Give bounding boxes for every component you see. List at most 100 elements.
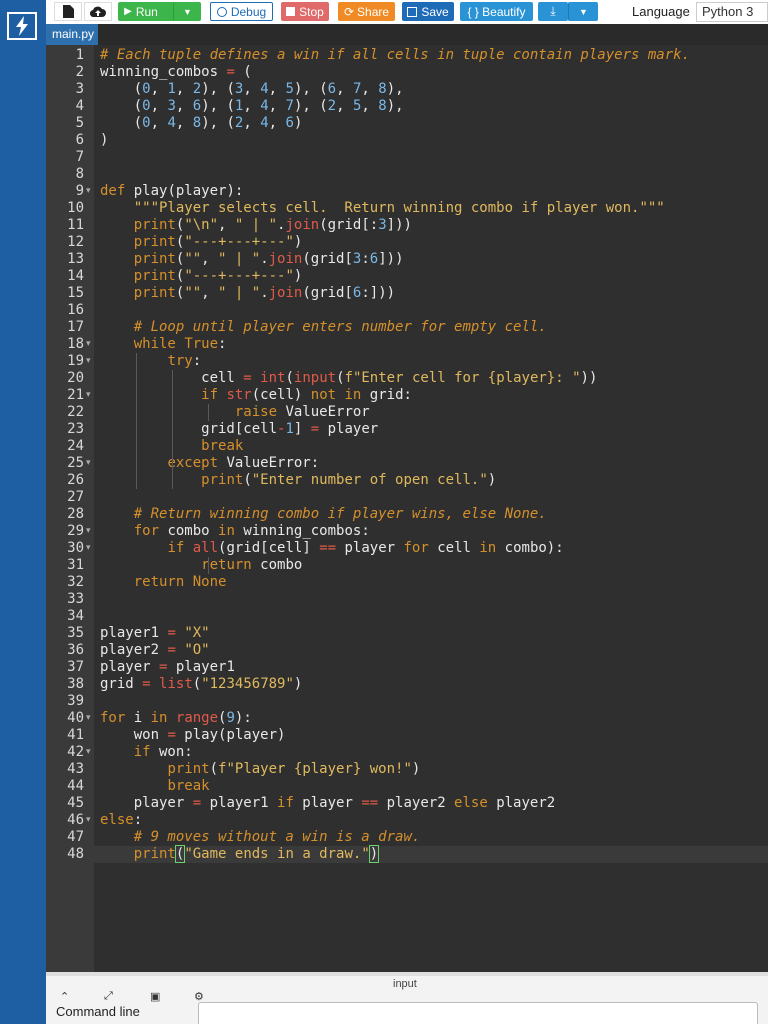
command-line-label: Command line [56,1004,140,1019]
code-line: (0, 1, 2), (3, 4, 5), (6, 7, 8), [100,81,404,97]
line-number: 7 [75,149,84,165]
fold-toggle-icon[interactable]: ▾ [86,186,91,196]
code-line: (0, 3, 6), (1, 4, 7), (2, 5, 8), [100,98,404,114]
code-line: # Loop until player enters number for em… [133,319,547,335]
code-line: else: [100,812,143,828]
expand-icon[interactable]: ⤢ [104,990,113,1003]
line-number: 16 [67,302,84,318]
fold-toggle-icon[interactable]: ▾ [86,526,91,536]
code-editor[interactable]: 1 2 3 4 5 6 7 8 9 ▾ 10 11 12 13 14 15 16 17 18 ▾ 19 ▾ 20 21 ▾ 22 2… [46,45,768,972]
line-number: 10 [67,200,84,216]
chevron-up-icon[interactable]: ⌃ [60,990,69,1003]
run-options-dropdown[interactable]: ▼ [173,2,201,21]
beautify-button[interactable]: { } Beautify [460,2,533,21]
tab-main-py[interactable]: main.py [46,24,98,45]
line-number: 21 [67,387,84,403]
line-number: 22 [67,404,84,420]
play-icon: ▶ [124,6,132,17]
code-line: player1 = "X" [100,625,210,641]
code-line: grid[cell-1] = player [100,421,379,437]
line-number: 6 [75,132,84,148]
language-label: Language [632,4,690,19]
line-number: 17 [67,319,84,335]
left-rail [0,0,46,1024]
upload-icon[interactable] [84,2,112,21]
fold-toggle-icon[interactable]: ▾ [86,356,91,366]
line-number: 2 [75,64,84,80]
line-number: 12 [67,234,84,250]
debug-button[interactable]: Debug [210,2,273,21]
toolbar: ▶ Run ▼ Debug Stop ⟳ Share Save { } Beauti… [46,0,768,24]
fold-toggle-icon[interactable]: ▾ [86,390,91,400]
panel-toggle-icon[interactable]: ▣ [150,990,160,1003]
code-line: for combo in winning_combos: [133,523,370,539]
line-number: 43 [67,761,84,777]
code-line: # 9 moves without a win is a draw. [133,829,421,845]
line-number: 1 [75,47,84,63]
code-line: try: [167,353,202,369]
line-number: 42 [67,744,84,760]
debug-label: Debug [230,4,267,19]
file-tab-bar: main.py [46,24,768,45]
floppy-icon [407,6,418,17]
code-line: grid = list("123456789") [100,676,303,692]
fold-toggle-icon[interactable]: ▾ [86,747,91,757]
line-number: 45 [67,795,84,811]
fold-toggle-icon[interactable]: ▾ [86,543,91,553]
line-number: 20 [67,370,84,386]
download-options-dropdown[interactable]: ▼ [568,2,598,21]
line-number: 25 [67,455,84,471]
code-line: (0, 4, 8), (2, 4, 6) [100,115,303,131]
indent-guide [208,557,209,574]
input-panel-label: input [393,978,417,990]
download-button[interactable]: ⤓ [538,2,568,21]
code-line: player = player1 [100,659,235,675]
language-select[interactable]: Python 3 [696,2,768,22]
line-number: 44 [67,778,84,794]
line-number: 37 [67,659,84,675]
code-line: print("Enter number of open cell.") [201,472,497,488]
line-number-gutter: 1 2 3 4 5 6 7 8 9 ▾ 10 11 12 13 14 15 16 17 18 ▾ 19 ▾ 20 21 ▾ 22 2… [46,45,94,972]
fold-toggle-icon[interactable]: ▾ [86,815,91,825]
logo-icon[interactable] [7,12,37,40]
code-line: break [167,778,210,794]
share-button[interactable]: ⟳ Share [338,2,395,21]
fold-toggle-icon[interactable]: ▾ [86,458,91,468]
line-number: 5 [75,115,84,131]
line-number: 33 [67,591,84,607]
code-line: print("", " | ".join(grid[3:6])) [133,251,404,267]
command-line-input[interactable] [198,1002,758,1024]
code-line: if all(grid[cell] == player for cell in … [167,540,564,556]
code-line: # Each tuple defines a win if all cells … [100,47,691,63]
input-panel: input ⌃ ⤢ ▣ ⚙ Command line [46,972,768,1024]
code-line: cell = int(input(f"Enter cell for {playe… [100,370,598,386]
line-number: 39 [67,693,84,709]
indent-guide [172,370,173,489]
code-line: return None [133,574,227,590]
save-button[interactable]: Save [402,2,454,21]
line-number: 14 [67,268,84,284]
line-number: 34 [67,608,84,624]
line-number: 27 [67,489,84,505]
code-line: ) [100,132,109,148]
line-number: 48 [67,846,84,862]
line-number: 32 [67,574,84,590]
line-number: 38 [67,676,84,692]
line-number: 11 [67,217,84,233]
code-line: player = player1 if player == player2 el… [100,795,556,811]
line-number: 19 [67,353,84,369]
download-icon: ⤓ [550,4,556,18]
onlinegdb-ide: ▶ Run ▼ Debug Stop ⟳ Share Save { } Beauti… [0,0,768,1024]
caret-down-icon: ▼ [579,6,588,17]
code-line: """Player selects cell. Return winning c… [133,200,665,216]
fold-toggle-icon[interactable]: ▾ [86,713,91,723]
line-number: 29 [67,523,84,539]
code-line: for i in range(9): [100,710,252,726]
code-line: won = play(player) [100,727,286,743]
line-number: 18 [67,336,84,352]
stop-button[interactable]: Stop [281,2,329,21]
code-line: print("---+---+---") [133,234,303,250]
new-file-icon[interactable] [54,2,82,21]
fold-toggle-icon[interactable]: ▾ [86,339,91,349]
line-number: 9 [75,183,84,199]
